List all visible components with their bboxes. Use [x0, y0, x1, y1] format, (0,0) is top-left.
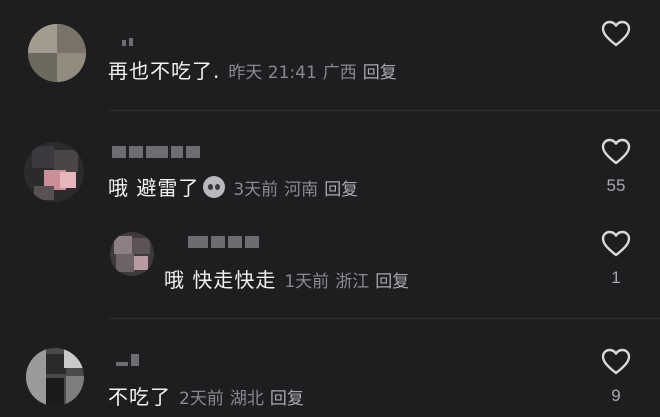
- comment-time: 1天前: [284, 272, 330, 292]
- comment-body: 哦 避雷了 3天前 河南 回复: [108, 176, 358, 202]
- heart-icon: [601, 138, 631, 165]
- like-button[interactable]: 55: [596, 138, 636, 196]
- comment-body: 再也不吃了. 昨天 21:41 广西 回复: [108, 59, 397, 85]
- like-button[interactable]: [596, 20, 636, 48]
- username-blurred[interactable]: [112, 146, 203, 160]
- comment-body: 不吃了 2天前 湖北 回复: [108, 385, 304, 411]
- like-button[interactable]: 9: [596, 348, 636, 406]
- comment-text: 不吃了: [108, 385, 171, 409]
- comment-location: 湖北: [229, 389, 264, 409]
- comment-time: 3天前: [233, 180, 279, 200]
- like-button[interactable]: 1: [596, 230, 636, 288]
- avatar[interactable]: [110, 232, 154, 276]
- heart-icon: [601, 230, 631, 257]
- avatar[interactable]: [28, 24, 86, 82]
- username-blurred[interactable]: [116, 354, 142, 368]
- heart-icon: [601, 348, 631, 375]
- reply-button[interactable]: 回复: [375, 272, 409, 292]
- like-count: 9: [611, 386, 621, 405]
- comment-location: 浙江: [335, 272, 370, 292]
- comment-body: 哦 快走快走 1天前 浙江 回复: [164, 268, 409, 294]
- comment-item: 不吃了 2天前 湖北 回复 9: [0, 320, 660, 417]
- username-blurred[interactable]: [122, 34, 136, 48]
- username-blurred[interactable]: [188, 236, 262, 250]
- comment-section: 再也不吃了.昨天 21:41广西回复 哦 避雷了3天前河南回复 55: [0, 0, 660, 417]
- reply-button[interactable]: 回复: [270, 389, 304, 409]
- comment-text: 哦 避雷了: [108, 176, 200, 200]
- comment-location: 广西: [322, 63, 357, 83]
- comment-text: 哦 快走快走: [164, 268, 277, 292]
- avatar[interactable]: [26, 348, 84, 406]
- divider: [108, 318, 660, 319]
- reply-button[interactable]: 回复: [363, 63, 397, 83]
- comment-location: 河南: [284, 180, 319, 200]
- ghost-emoji-icon: [203, 176, 226, 198]
- comment-time: 昨天 21:41: [228, 63, 317, 83]
- comment-item: 再也不吃了. 昨天 21:41 广西 回复: [0, 0, 660, 105]
- comment-time: 2天前: [179, 389, 224, 409]
- avatar[interactable]: [24, 142, 84, 202]
- comment-text: 再也不吃了.: [108, 59, 221, 83]
- reply-button[interactable]: 回复: [324, 180, 358, 200]
- like-count: 1: [611, 268, 621, 287]
- comment-item: 哦 避雷了 3天前 河南 回复 55: [0, 110, 660, 220]
- like-count: 55: [606, 176, 626, 195]
- heart-icon: [601, 20, 631, 47]
- reply-item: 哦 快走快走 1天前 浙江 回复 1: [0, 220, 660, 320]
